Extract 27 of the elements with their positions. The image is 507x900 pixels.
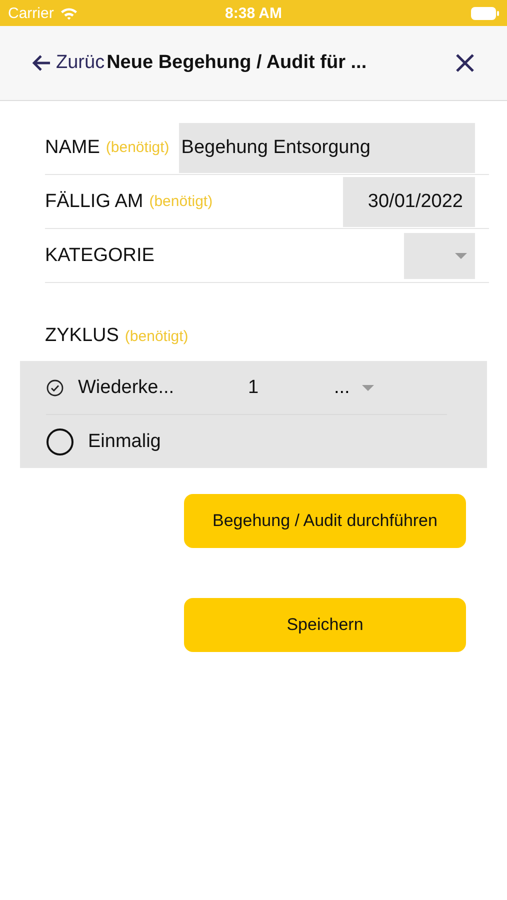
field-label: FÄLLIG AM [45, 190, 144, 212]
battery-icon [471, 6, 499, 20]
back-button[interactable]: Zurüc [32, 52, 105, 74]
wifi-icon [60, 6, 78, 20]
field-label: ZYKLUS [45, 325, 119, 347]
required-hint: (benötigt) [106, 139, 170, 156]
back-arrow-icon [32, 54, 52, 72]
action-button[interactable]: Speichern [184, 598, 466, 652]
caret-icon [455, 252, 467, 258]
date-input[interactable]: 30/01/2022 [343, 176, 475, 226]
required-hint: (benötigt) [149, 193, 213, 210]
check-circle-icon[interactable] [46, 378, 64, 396]
radio-button[interactable] [46, 428, 74, 456]
option-label: Einmalig [88, 430, 162, 452]
carrier-label: Carrier [8, 4, 54, 22]
field-label: NAME [45, 136, 100, 158]
caret-icon [362, 384, 374, 390]
interval-value: 1 [248, 376, 260, 398]
screen-title: Neue Begehung / Audit für ... [106, 52, 367, 74]
unit-dropdown[interactable]: ... [334, 376, 374, 398]
close-icon[interactable] [455, 53, 475, 73]
name-input[interactable]: Begehung Entsorgung [179, 122, 475, 172]
required-hint: (benötigt) [124, 328, 188, 344]
field-label: KATEGORIE [45, 244, 154, 266]
action-button[interactable]: Begehung / Audit durchführen [184, 494, 466, 548]
clock-time: 8:38 AM [224, 4, 283, 22]
option-label: Wiederke... [78, 376, 176, 398]
